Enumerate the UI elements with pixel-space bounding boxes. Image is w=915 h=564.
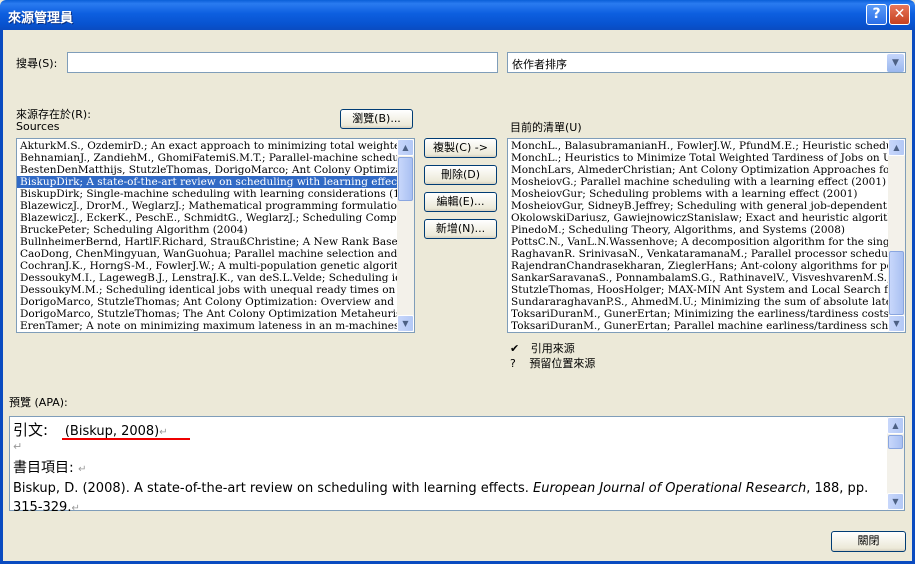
list-item[interactable]: MosheiovG.; Parallel machine scheduling … [508, 176, 888, 188]
scroll-up-icon[interactable]: ▲ [397, 139, 414, 156]
window-frame-left [0, 30, 3, 564]
legend-cited: ✔ 引用來源 [510, 340, 575, 356]
checkmark-icon: ✔ [510, 342, 520, 355]
red-underline [62, 438, 190, 440]
legend-cited-label: 引用來源 [530, 342, 575, 355]
list-item[interactable]: ErenTamer; A note on minimizing maximum … [17, 320, 397, 332]
list-item[interactable]: OkolowskiDariusz, GawiejnowiczStanislaw;… [508, 212, 888, 224]
current-list-items: MonchL., BalasubramanianH., FowlerJ.W., … [508, 139, 888, 332]
current-list-scrollbar[interactable]: ▲ ▼ [888, 139, 905, 332]
sort-dropdown-value: 依作者排序 [512, 58, 567, 71]
list-item[interactable]: BiskupDirk; A state-of-the-art review on… [17, 176, 397, 188]
browse-button[interactable]: 瀏覽(B)... [340, 109, 413, 129]
list-item[interactable]: CochranJ.K., HorngS-M., FowlerJ.W.; A mu… [17, 260, 397, 272]
list-item[interactable]: RaghavanR. SrinivasaN., VenkataramanaM.;… [508, 248, 888, 260]
window-title: 來源管理員 [8, 11, 74, 26]
list-item[interactable]: MosheiovGur, SidneyB.Jeffrey; Scheduling… [508, 200, 888, 212]
list-item[interactable]: DessoukyM.M.; Scheduling identical jobs … [17, 284, 397, 296]
preview-label: 預覽 (APA): [9, 396, 68, 409]
sources-list-items: AkturkM.S., OzdemirD.; An exact approach… [17, 139, 397, 332]
legend-placeholder-label: 預留位置來源 [529, 357, 596, 370]
list-item[interactable]: BiskupDirk; Single-machine scheduling wi… [17, 188, 397, 200]
list-item[interactable]: BlazewiczJ., EckerK., PeschE., SchmidtG.… [17, 212, 397, 224]
list-item[interactable]: MonchL., BalasubramanianH., FowlerJ.W., … [508, 140, 888, 152]
bibliography-line: 書目項目: ↵ [13, 460, 87, 476]
legend-placeholder: ? 預留位置來源 [510, 355, 595, 371]
sources-sublabel: Sources [16, 120, 60, 133]
copy-button[interactable]: 複製(C) -> [424, 138, 497, 158]
sort-dropdown[interactable]: 依作者排序 ▼ [507, 52, 906, 73]
citation-value: (Biskup, 2008) [64, 424, 160, 439]
list-item[interactable]: MosheiovGur; Scheduling problems with a … [508, 188, 888, 200]
close-button[interactable]: 關閉 [831, 531, 906, 552]
scroll-down-icon[interactable]: ▼ [887, 493, 904, 510]
scroll-up-icon[interactable]: ▲ [887, 417, 904, 434]
scroll-down-icon[interactable]: ▼ [397, 315, 414, 332]
chevron-down-icon[interactable]: ▼ [887, 54, 904, 72]
title-bar: 來源管理員 ? ✕ [0, 0, 915, 30]
list-item[interactable]: SundararaghavanP.S., AhmedM.U.; Minimizi… [508, 296, 888, 308]
preview-pane: 引文: (Biskup, 2008)↵ ↵ 書目項目: ↵ Biskup, D.… [9, 416, 905, 515]
list-item[interactable]: BruckePeter; Scheduling Algorithm (2004) [17, 224, 397, 236]
citation-line: 引文: (Biskup, 2008)↵ [13, 421, 168, 439]
search-label: 搜尋(S): [16, 57, 58, 70]
scroll-thumb[interactable] [889, 251, 904, 315]
scroll-thumb[interactable] [398, 157, 413, 201]
new-button[interactable]: 新增(N)... [424, 219, 497, 239]
current-list-label: 目前的清單(U) [510, 121, 582, 134]
close-window-button[interactable]: ✕ [889, 4, 910, 25]
scroll-down-icon[interactable]: ▼ [888, 315, 905, 332]
sources-list[interactable]: AkturkM.S., OzdemirD.; An exact approach… [16, 138, 415, 333]
paragraph-mark: ↵ [13, 440, 23, 453]
scroll-up-icon[interactable]: ▲ [888, 139, 905, 156]
list-item[interactable]: BehnamianJ., ZandiehM., GhomiFatemiS.M.T… [17, 152, 397, 164]
list-item[interactable]: PinedoM.; Scheduling Theory, Algorithms,… [508, 224, 888, 236]
list-item[interactable]: ToksariDuranM., GunerErtan; Minimizing t… [508, 308, 888, 320]
list-item[interactable]: ToksariDuranM., GunerErtan; Parallel mac… [508, 320, 888, 332]
citation-label: 引文: [13, 421, 49, 439]
list-item[interactable]: MonchLars, AlmederChristian; Ant Colony … [508, 164, 888, 176]
search-input[interactable] [67, 52, 498, 73]
list-item[interactable]: BestenDenMatthijs, StutzleThomas, Dorigo… [17, 164, 397, 176]
question-mark-icon: ? [510, 357, 516, 370]
edit-button[interactable]: 編輯(E)... [424, 192, 497, 212]
help-button[interactable]: ? [866, 4, 887, 25]
current-list[interactable]: MonchL., BalasubramanianH., FowlerJ.W., … [507, 138, 906, 333]
list-item[interactable]: CaoDong, ChenMingyuan, WanGuohua; Parall… [17, 248, 397, 260]
list-item[interactable]: RajendranChandrasekharan, ZieglerHans; A… [508, 260, 888, 272]
list-item[interactable]: MonchL.; Heuristics to Minimize Total We… [508, 152, 888, 164]
preview-scrollbar[interactable]: ▲ ▼ [887, 417, 904, 510]
list-item[interactable]: BullnheimerBernd, HartlF.Richard, Strauß… [17, 236, 397, 248]
bibliography-entry: Biskup, D. (2008). A state-of-the-art re… [13, 481, 869, 515]
list-item[interactable]: StutzleThomas, HoosHolger; MAX-MIN Ant S… [508, 284, 888, 296]
list-item[interactable]: AkturkM.S., OzdemirD.; An exact approach… [17, 140, 397, 152]
sources-scrollbar[interactable]: ▲ ▼ [397, 139, 414, 332]
bibliography-label: 書目項目: [13, 460, 74, 476]
list-item[interactable]: BlazewiczJ., DrorM., WeglarzJ.; Mathemat… [17, 200, 397, 212]
list-item[interactable]: PottsC.N., VanL.N.Wassenhove; A decompos… [508, 236, 888, 248]
list-item[interactable]: DorigoMarco, StutzleThomas; Ant Colony O… [17, 296, 397, 308]
list-item[interactable]: DorigoMarco, StutzleThomas; The Ant Colo… [17, 308, 397, 320]
scroll-thumb[interactable] [888, 435, 903, 449]
delete-button[interactable]: 刪除(D) [424, 165, 497, 185]
list-item[interactable]: SankarSaravanaS., PonnambalamS.G., Rathi… [508, 272, 888, 284]
list-item[interactable]: DessoukyM.I., LagewegB.J., LenstraJ.K., … [17, 272, 397, 284]
